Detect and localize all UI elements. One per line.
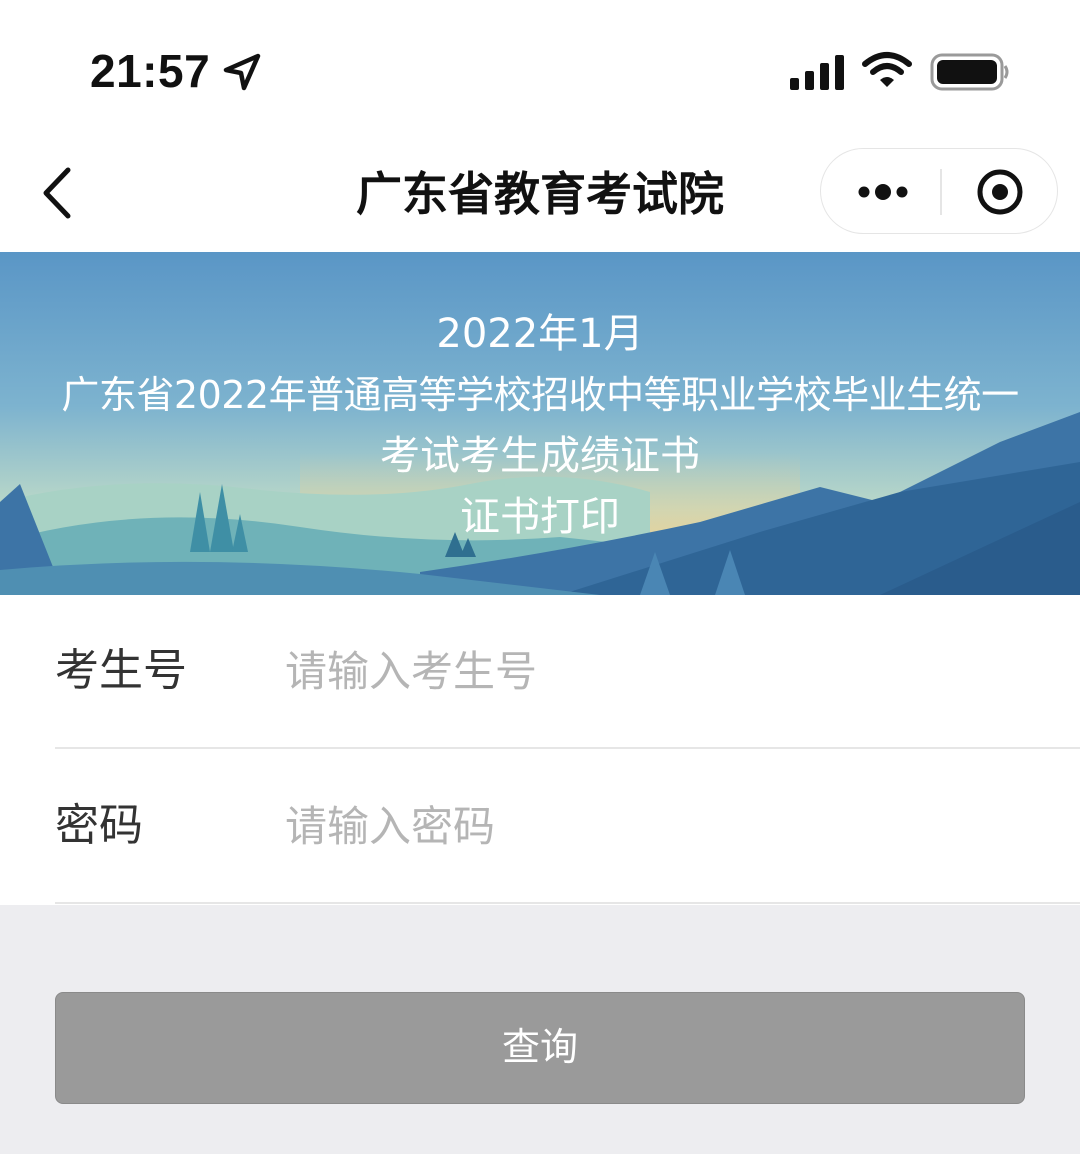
login-form: 考生号 密码 xyxy=(0,595,1080,905)
password-row: 密码 xyxy=(55,750,1080,904)
more-button[interactable] xyxy=(821,149,939,233)
candidate-number-row: 考生号 xyxy=(55,595,1080,749)
password-label: 密码 xyxy=(55,800,143,851)
banner-date: 2022年1月 xyxy=(436,311,644,357)
location-arrow-icon xyxy=(223,53,261,91)
status-time: 21:57 xyxy=(90,45,211,97)
wifi-icon xyxy=(862,52,912,87)
banner-print-title: 证书打印 xyxy=(460,494,620,540)
status-bar: 21:57 xyxy=(0,0,1080,140)
banner-text: 2022年1月 广东省2022年普通高等学校招收中等职业学校毕业生统一 考试考生… xyxy=(0,304,1080,548)
banner-exam-title: 广东省2022年普通高等学校招收中等职业学校毕业生统一 xyxy=(61,373,1019,417)
close-mini-program-button[interactable] xyxy=(942,149,1057,233)
mini-program-capsule xyxy=(820,148,1058,234)
password-input[interactable] xyxy=(285,790,1045,862)
cellular-signal-icon xyxy=(790,55,844,90)
query-button[interactable]: 查询 xyxy=(55,992,1025,1104)
battery-icon xyxy=(930,53,1009,91)
more-dots-icon xyxy=(858,184,908,200)
target-circle-icon xyxy=(977,169,1023,215)
candidate-number-label: 考生号 xyxy=(55,645,187,696)
navigation-bar: 广东省教育考试院 xyxy=(0,140,1080,252)
candidate-number-input[interactable] xyxy=(285,635,1045,707)
banner: 2022年1月 广东省2022年普通高等学校招收中等职业学校毕业生统一 考试考生… xyxy=(0,252,1080,595)
banner-certificate-title: 考试考生成绩证书 xyxy=(380,433,700,479)
